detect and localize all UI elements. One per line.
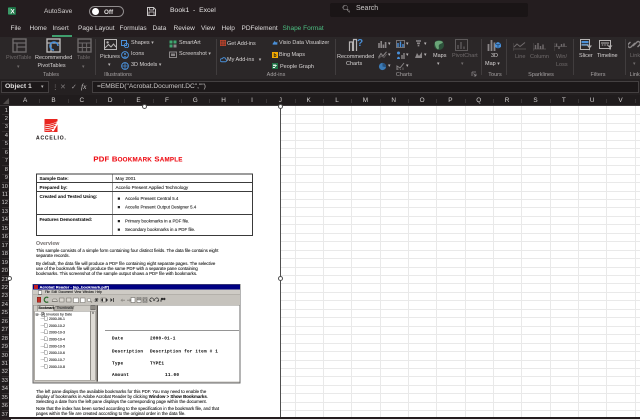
svg-text:?: ? xyxy=(357,38,363,49)
svg-text:b: b xyxy=(273,52,276,57)
